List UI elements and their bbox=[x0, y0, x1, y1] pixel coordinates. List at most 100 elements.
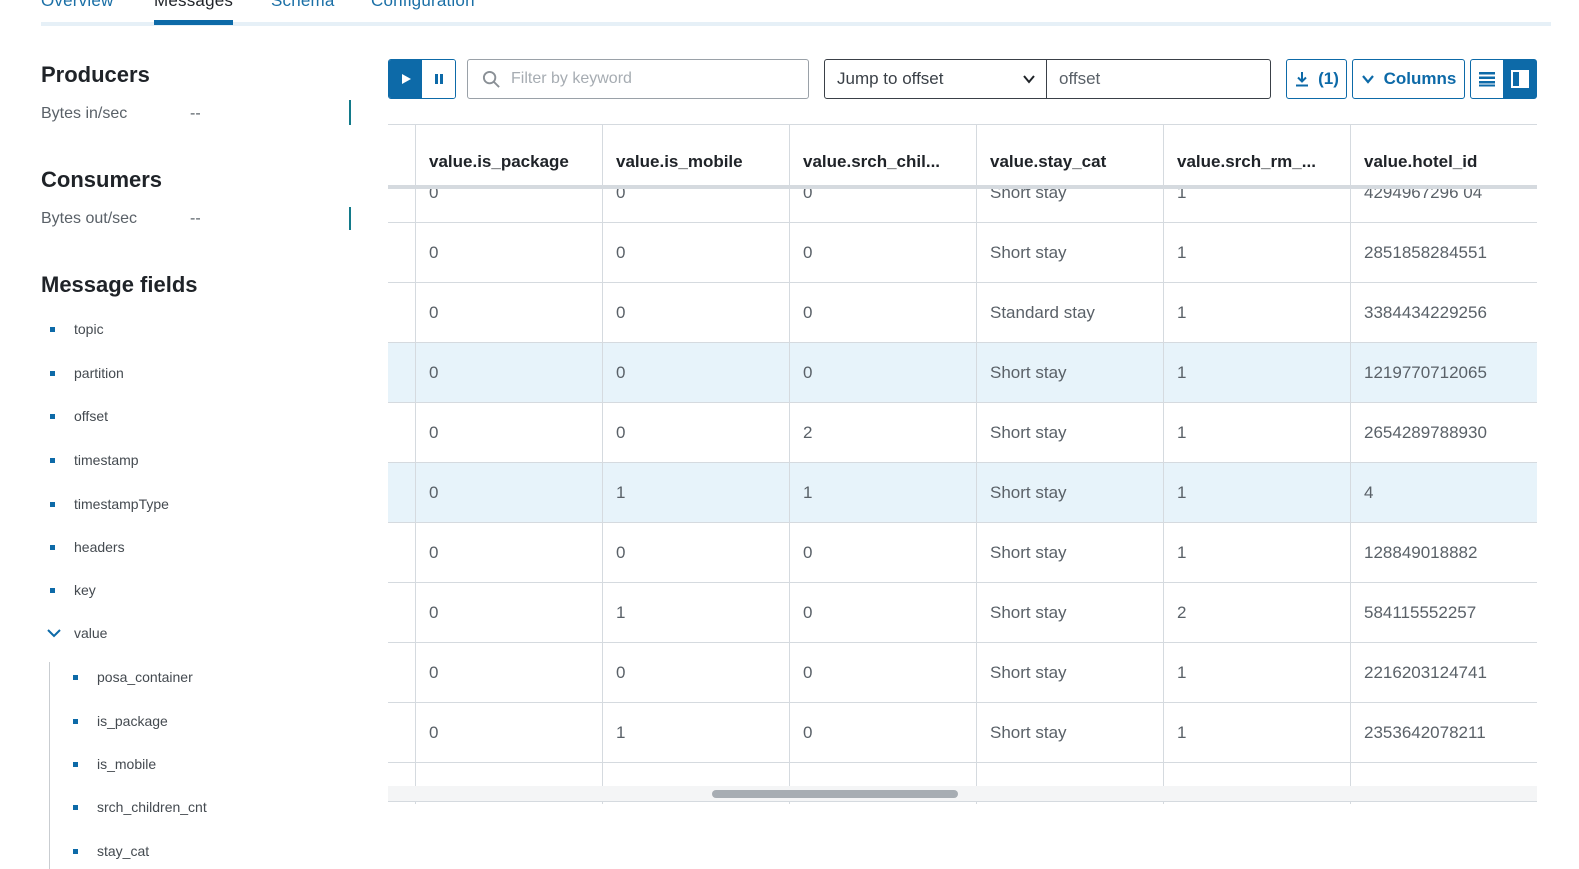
bytes-in-sparkline bbox=[349, 100, 351, 125]
table-row[interactable]: 0 1 0 Short stay 1 2353642078211 bbox=[388, 703, 1537, 763]
bullet-icon bbox=[50, 544, 55, 550]
table-cell: 1 bbox=[602, 463, 789, 522]
table-cell: 584115552257 bbox=[1350, 583, 1537, 642]
tab-bar: Overview Messages Schema Configuration bbox=[41, 0, 1551, 26]
column-header[interactable]: value.stay_cat bbox=[976, 125, 1163, 185]
bullet-icon bbox=[50, 326, 55, 332]
filter-input[interactable] bbox=[511, 70, 801, 88]
table-cell: Short stay bbox=[976, 403, 1163, 462]
field-item-is-mobile[interactable]: is_mobile bbox=[73, 754, 156, 774]
field-item-offset[interactable]: offset bbox=[50, 406, 108, 426]
table-cell: 0 bbox=[415, 463, 602, 522]
table-view-button[interactable] bbox=[1470, 59, 1504, 99]
bytes-out-value: -- bbox=[190, 210, 201, 227]
table-row[interactable]: 0 0 0 Short stay 1 1219770712065 bbox=[388, 343, 1537, 403]
sidebar: Producers Bytes in/sec -- Consumers Byte… bbox=[0, 40, 360, 869]
tab-messages[interactable]: Messages bbox=[154, 0, 233, 11]
field-group-value[interactable]: value bbox=[46, 623, 107, 643]
table-cell: 2654289788930 bbox=[1350, 403, 1537, 462]
table-cell: 0 bbox=[415, 283, 602, 342]
table-cell: 0 bbox=[415, 583, 602, 642]
table-cell: 4 bbox=[1350, 463, 1537, 522]
bullet-icon bbox=[73, 761, 78, 767]
active-tab-indicator bbox=[154, 20, 233, 25]
pause-icon bbox=[434, 74, 443, 84]
offset-input[interactable] bbox=[1059, 69, 1259, 89]
field-item-posa-container[interactable]: posa_container bbox=[73, 667, 193, 687]
tab-configuration[interactable]: Configuration bbox=[371, 0, 475, 11]
chevron-down-icon[interactable] bbox=[46, 625, 62, 641]
table-row[interactable]: 0 1 1 Short stay 1 4 bbox=[388, 463, 1537, 523]
table-cell: 2 bbox=[789, 403, 976, 462]
message-fields-title: Message fields bbox=[41, 272, 198, 297]
table-cell: Standard stay bbox=[976, 283, 1163, 342]
tree-guide-line bbox=[49, 662, 50, 869]
bullet-icon bbox=[50, 370, 55, 376]
table-cell: 0 bbox=[789, 703, 976, 762]
jump-to-select[interactable]: Jump to offset bbox=[824, 59, 1047, 99]
split-view-button[interactable] bbox=[1503, 59, 1537, 99]
table-cell: 0 bbox=[415, 643, 602, 702]
table-row[interactable]: 0 0 0 Short stay 1 2851858284551 bbox=[388, 223, 1537, 283]
table-cell: Short stay bbox=[976, 223, 1163, 282]
table-cell: 2 bbox=[1163, 583, 1350, 642]
table-row[interactable]: 0 1 0 Short stay 2 584115552257 bbox=[388, 583, 1537, 643]
table-row[interactable]: 0 0 0 Short stay 1 128849018882 bbox=[388, 523, 1537, 583]
play-button[interactable] bbox=[389, 60, 422, 98]
bullet-icon bbox=[73, 674, 78, 680]
table-cell: 0 bbox=[602, 523, 789, 582]
bullet-icon bbox=[50, 587, 55, 593]
column-header[interactable]: value.srch_rm_... bbox=[1163, 125, 1350, 185]
table-cell: 2353642078211 bbox=[1350, 703, 1537, 762]
table-cell: 0 bbox=[789, 223, 976, 282]
column-header[interactable]: value.hotel_id bbox=[1350, 125, 1537, 185]
column-header[interactable]: value.is_mobile bbox=[602, 125, 789, 185]
tab-schema[interactable]: Schema bbox=[271, 0, 335, 11]
field-item-is-package[interactable]: is_package bbox=[73, 711, 168, 731]
column-header[interactable]: value.is_package bbox=[415, 125, 602, 185]
table-row[interactable]: 0 0 2 Short stay 1 2654289788930 bbox=[388, 403, 1537, 463]
split-view-icon bbox=[1511, 70, 1529, 88]
table-cell: 1 bbox=[1163, 703, 1350, 762]
download-button[interactable]: (1) bbox=[1286, 59, 1347, 99]
offset-field bbox=[1046, 59, 1271, 99]
field-item-partition[interactable]: partition bbox=[50, 363, 124, 383]
table-cell: 1 bbox=[602, 703, 789, 762]
table-cell: 2216203124741 bbox=[1350, 643, 1537, 702]
table-cell: 128849018882 bbox=[1350, 523, 1537, 582]
table-cell: 1 bbox=[1163, 343, 1350, 402]
field-item-key[interactable]: key bbox=[50, 580, 96, 600]
columns-button[interactable]: Columns bbox=[1352, 59, 1465, 99]
pause-button[interactable] bbox=[422, 60, 455, 98]
playback-controls bbox=[388, 59, 456, 99]
search-icon bbox=[482, 70, 500, 88]
table-row[interactable]: 0 0 0 Standard stay 1 3384434229256 bbox=[388, 283, 1537, 343]
field-item-stay-cat[interactable]: stay_cat bbox=[73, 841, 149, 861]
scrollbar-thumb[interactable] bbox=[712, 790, 958, 798]
column-header[interactable]: value.srch_chil... bbox=[789, 125, 976, 185]
table-cell: Short stay bbox=[976, 343, 1163, 402]
table-cell: 0 bbox=[789, 523, 976, 582]
field-item-srch-children-cnt[interactable]: srch_children_cnt bbox=[73, 797, 207, 817]
table-cell: 0 bbox=[602, 403, 789, 462]
table-cell: 0 bbox=[789, 643, 976, 702]
table-cell: 1 bbox=[789, 463, 976, 522]
table-cell: 3384434229256 bbox=[1350, 283, 1537, 342]
table-cell: Short stay bbox=[976, 523, 1163, 582]
table-cell: 1 bbox=[1163, 463, 1350, 522]
field-item-timestamp[interactable]: timestamp bbox=[50, 450, 139, 470]
table-row[interactable]: 0 0 0 Short stay 1 2216203124741 bbox=[388, 643, 1537, 703]
horizontal-scrollbar[interactable] bbox=[388, 786, 1537, 802]
table-cell: 1 bbox=[1163, 403, 1350, 462]
table-cell: 0 bbox=[415, 223, 602, 282]
field-item-topic[interactable]: topic bbox=[50, 319, 104, 339]
table-cell: Short stay bbox=[976, 643, 1163, 702]
table-cell: 0 bbox=[602, 283, 789, 342]
bullet-icon bbox=[50, 413, 55, 419]
table-cell: 1 bbox=[1163, 283, 1350, 342]
tab-overview[interactable]: Overview bbox=[41, 0, 113, 11]
download-count: (1) bbox=[1318, 69, 1339, 88]
field-item-timestamptype[interactable]: timestampType bbox=[50, 494, 169, 514]
field-item-headers[interactable]: headers bbox=[50, 537, 125, 557]
table-cell: 2851858284551 bbox=[1350, 223, 1537, 282]
